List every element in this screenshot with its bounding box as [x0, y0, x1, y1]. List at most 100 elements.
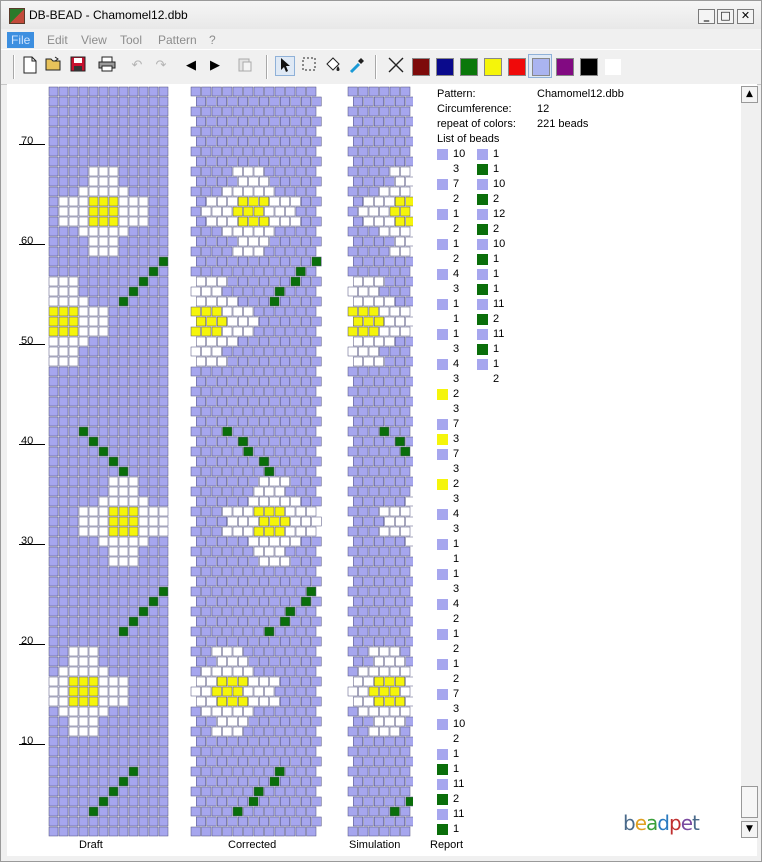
bead-cell[interactable] — [48, 716, 59, 727]
bead-cell[interactable] — [58, 666, 69, 677]
bead-cell[interactable] — [395, 436, 405, 447]
bead-cell[interactable] — [280, 296, 290, 307]
bead-cell[interactable] — [358, 426, 369, 437]
bead-cell[interactable] — [138, 626, 149, 637]
bead-cell[interactable] — [285, 106, 296, 117]
bead-cell[interactable] — [78, 656, 89, 667]
bead-cell[interactable] — [211, 646, 222, 657]
bead-cell[interactable] — [108, 266, 119, 277]
bead-cell[interactable] — [118, 746, 129, 757]
bead-cell[interactable] — [400, 346, 411, 357]
bead-cell[interactable] — [48, 606, 59, 617]
bead-cell[interactable] — [259, 656, 269, 667]
bead-cell[interactable] — [68, 606, 79, 617]
bead-cell[interactable] — [118, 256, 129, 267]
bead-cell[interactable] — [190, 706, 201, 717]
bead-cell[interactable] — [243, 386, 254, 397]
bead-cell[interactable] — [48, 176, 59, 187]
bead-cell[interactable] — [395, 516, 405, 527]
bead-cell[interactable] — [389, 406, 400, 417]
bead-cell[interactable] — [243, 606, 254, 617]
bead-cell[interactable] — [98, 646, 109, 657]
bead-cell[interactable] — [358, 606, 369, 617]
bead-cell[interactable] — [222, 86, 233, 97]
bead-cell[interactable] — [118, 816, 129, 827]
bead-cell[interactable] — [138, 326, 149, 337]
bead-cell[interactable] — [285, 286, 296, 297]
bead-cell[interactable] — [148, 466, 159, 477]
bead-cell[interactable] — [306, 806, 317, 817]
bead-cell[interactable] — [306, 706, 317, 717]
bead-cell[interactable] — [211, 606, 222, 617]
bead-cell[interactable] — [148, 426, 159, 437]
bead-cell[interactable] — [148, 706, 159, 717]
bead-cell[interactable] — [118, 196, 129, 207]
bead-cell[interactable] — [295, 526, 306, 537]
bead-cell[interactable] — [368, 466, 379, 477]
bead-cell[interactable] — [295, 86, 306, 97]
bead-cell[interactable] — [108, 566, 119, 577]
bead-cell[interactable] — [78, 606, 89, 617]
bead-cell[interactable] — [405, 156, 413, 167]
bead-cell[interactable] — [243, 666, 254, 677]
bead-cell[interactable] — [148, 376, 159, 387]
bead-cell[interactable] — [280, 776, 290, 787]
bead-cell[interactable] — [148, 566, 159, 577]
bead-cell[interactable] — [243, 346, 254, 357]
bead-cell[interactable] — [108, 216, 119, 227]
bead-cell[interactable] — [48, 436, 59, 447]
bead-cell[interactable] — [217, 456, 227, 467]
bead-cell[interactable] — [78, 556, 89, 567]
bead-cell[interactable] — [248, 556, 259, 567]
bead-cell[interactable] — [368, 86, 379, 97]
bead-cell[interactable] — [358, 226, 369, 237]
bead-cell[interactable] — [306, 86, 317, 97]
bead-cell[interactable] — [269, 136, 280, 147]
bead-cell[interactable] — [138, 556, 149, 567]
bead-cell[interactable] — [88, 266, 99, 277]
bead-cell[interactable] — [108, 716, 119, 727]
bead-cell[interactable] — [58, 476, 69, 487]
bead-cell[interactable] — [379, 606, 390, 617]
bead-cell[interactable] — [158, 616, 169, 627]
bead-cell[interactable] — [206, 216, 217, 227]
bead-cell[interactable] — [138, 746, 149, 757]
bead-cell[interactable] — [88, 686, 99, 697]
bead-cell[interactable] — [400, 486, 411, 497]
bead-cell[interactable] — [222, 726, 233, 737]
bead-cell[interactable] — [78, 576, 89, 587]
bead-cell[interactable] — [118, 576, 129, 587]
bead-cell[interactable] — [78, 456, 89, 467]
bead-cell[interactable] — [201, 126, 212, 137]
bead-cell[interactable] — [285, 706, 296, 717]
bead-cell[interactable] — [405, 316, 413, 327]
bead-cell[interactable] — [347, 266, 358, 277]
bead-cell[interactable] — [285, 826, 296, 837]
bead-cell[interactable] — [405, 196, 413, 207]
bead-cell[interactable] — [374, 336, 384, 347]
bead-cell[interactable] — [118, 326, 129, 337]
bead-cell[interactable] — [78, 626, 89, 637]
bead-cell[interactable] — [264, 206, 275, 217]
bead-cell[interactable] — [88, 756, 99, 767]
bead-cell[interactable] — [259, 396, 269, 407]
bead-cell[interactable] — [274, 526, 285, 537]
bead-cell[interactable] — [196, 616, 206, 627]
bead-cell[interactable] — [217, 296, 227, 307]
bead-cell[interactable] — [158, 396, 169, 407]
bead-cell[interactable] — [118, 696, 129, 707]
bead-cell[interactable] — [68, 346, 79, 357]
bead-cell[interactable] — [285, 686, 296, 697]
bead-cell[interactable] — [148, 686, 159, 697]
bead-cell[interactable] — [243, 126, 254, 137]
bead-cell[interactable] — [227, 816, 238, 827]
bead-cell[interactable] — [158, 666, 169, 677]
bead-cell[interactable] — [358, 186, 369, 197]
bead-cell[interactable] — [118, 206, 129, 217]
bead-cell[interactable] — [108, 296, 119, 307]
bead-cell[interactable] — [118, 406, 129, 417]
bead-cell[interactable] — [368, 786, 379, 797]
bead-cell[interactable] — [358, 806, 369, 817]
bead-cell[interactable] — [108, 646, 119, 657]
bead-cell[interactable] — [290, 716, 301, 727]
